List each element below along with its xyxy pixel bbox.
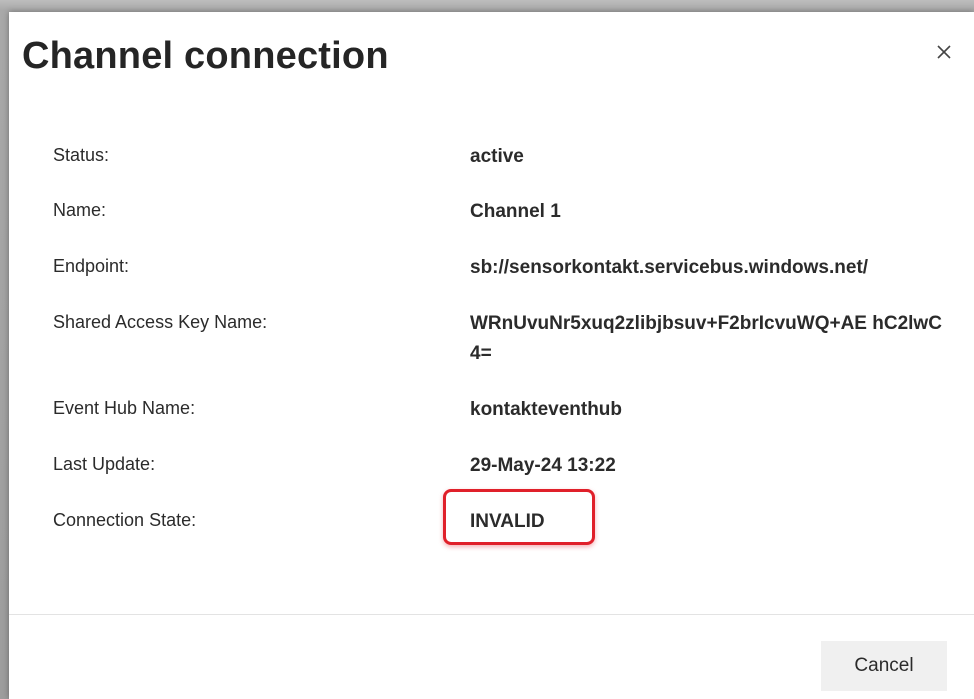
dialog-title: Channel connection [22, 35, 389, 77]
field-label: Endpoint: [53, 256, 130, 276]
field-label: Shared Access Key Name: [53, 312, 268, 332]
field-value: 29-May-24 13:22 [470, 455, 616, 476]
field-value: sb://sensorkontakt.servicebus.windows.ne… [470, 257, 869, 278]
field-value: active [470, 146, 524, 167]
field-label: Status: [53, 145, 110, 165]
channel-connection-dialog: Channel connection Status: active Name: … [9, 12, 974, 699]
close-icon [937, 45, 951, 59]
field-label: Connection State: [53, 510, 197, 530]
field-label: Name: [53, 200, 107, 220]
close-button[interactable] [929, 37, 959, 67]
invalid-state-highlight [443, 489, 595, 545]
field-value: WRnUvuNr5xuq2zlibjbsuv+F2brIcvuWQ+AE hC2… [470, 313, 942, 364]
field-value: Channel 1 [470, 201, 561, 222]
field-label: Event Hub Name: [53, 398, 196, 418]
cancel-button[interactable]: Cancel [821, 641, 947, 691]
footer-divider [9, 614, 974, 615]
field-value: kontakteventhub [470, 399, 623, 420]
field-label: Last Update: [53, 454, 156, 474]
